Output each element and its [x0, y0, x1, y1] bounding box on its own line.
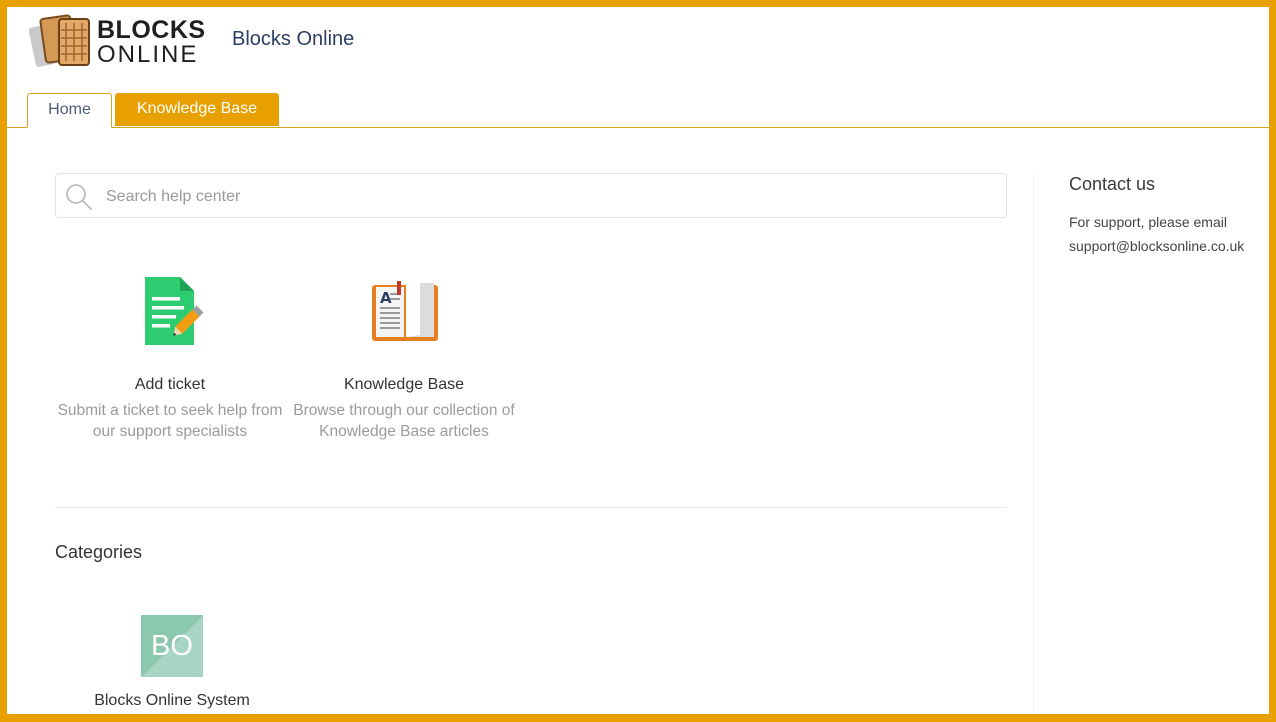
tab-knowledge-base[interactable]: Knowledge Base — [115, 93, 279, 126]
blocks-online-logo[interactable]: BLOCKS ONLINE — [29, 11, 206, 73]
tile-add-ticket[interactable]: Add ticket Submit a ticket to seek help … — [55, 273, 285, 442]
category-badge: BO — [141, 615, 203, 677]
search-input[interactable] — [104, 184, 988, 210]
logo-line2: ONLINE — [97, 41, 199, 68]
logo-blocks-icon — [29, 14, 90, 67]
category-card[interactable]: BO Blocks Online System — [77, 615, 267, 710]
tab-home[interactable]: Home — [27, 93, 112, 128]
tile-add-ticket-description: Submit a ticket to seek help from our su… — [57, 402, 283, 440]
search-icon — [66, 184, 92, 210]
add-ticket-icon — [145, 277, 204, 345]
tile-knowledge-base-title: Knowledge Base — [343, 376, 465, 393]
search-bar[interactable] — [55, 173, 1007, 218]
header: BLOCKS ONLINE Blocks Online Home Knowled… — [7, 7, 1269, 128]
tile-knowledge-base-description: Browse through our collection of Knowled… — [293, 402, 515, 440]
knowledge-base-book-icon: A — [372, 279, 438, 341]
categories-heading: Categories — [55, 542, 143, 562]
contact-heading: Contact us — [1069, 174, 1156, 194]
contact-text: For support, please email support@blocks… — [1069, 214, 1245, 254]
site-title[interactable]: Blocks Online — [232, 28, 354, 51]
category-name: Blocks Online System — [94, 692, 250, 709]
logo-line1: BLOCKS — [97, 16, 206, 44]
section-divider — [55, 507, 1007, 508]
logo-wordmark: BLOCKS ONLINE — [97, 17, 206, 67]
nav-tabs: Home Knowledge Base — [7, 93, 1269, 128]
app-frame: BLOCKS ONLINE Blocks Online Home Knowled… — [0, 0, 1276, 722]
tile-knowledge-base[interactable]: A Knowledge Base Browse through our coll… — [289, 273, 519, 442]
sidebar-separator — [1033, 174, 1034, 714]
tile-add-ticket-title: Add ticket — [134, 376, 206, 393]
